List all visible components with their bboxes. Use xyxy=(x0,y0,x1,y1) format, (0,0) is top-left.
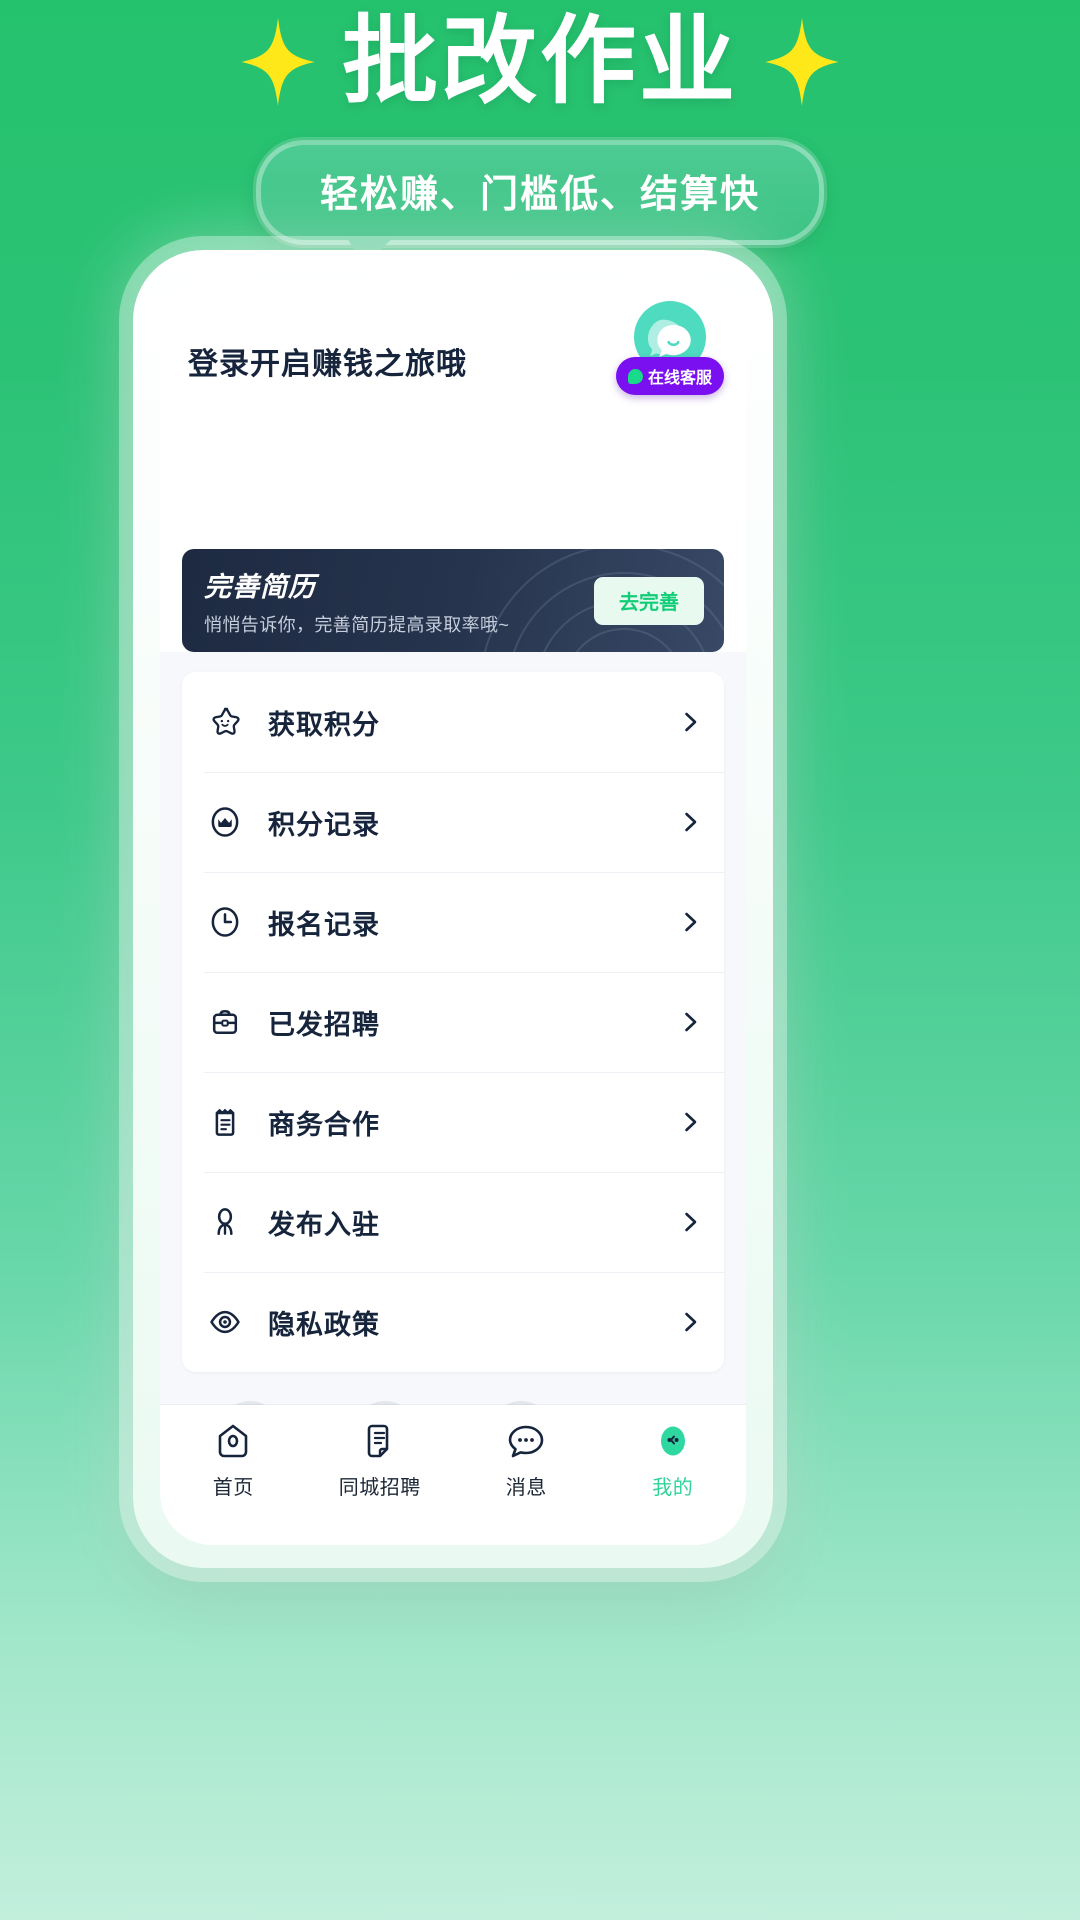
tab-label: 首页 xyxy=(212,1477,254,1499)
clipboard-icon xyxy=(204,1101,246,1143)
promo-poster: 批改作业 轻松赚、门槛低、结算快 登录开启赚钱之旅哦 在线客服 完善简历 悄悄告… xyxy=(0,0,1080,1920)
bottom-tab-bar: 首页 同城招聘 消息 我的 xyxy=(160,1405,746,1545)
poster-header: 批改作业 轻松赚、门槛低、结算快 xyxy=(0,0,1080,266)
complete-resume-button-label: 去完善 xyxy=(619,592,679,614)
complete-resume-button[interactable]: 去完善 xyxy=(594,576,704,625)
customer-service-widget[interactable]: 在线客服 xyxy=(616,301,724,421)
sparkle-icon-right xyxy=(764,14,840,110)
login-title[interactable]: 登录开启赚钱之旅哦 xyxy=(188,339,467,383)
home-tag-icon xyxy=(211,1419,255,1463)
resume-banner-texts: 完善简历 悄悄告诉你，完善简历提高录取率哦~ xyxy=(182,565,509,637)
chevron-right-icon xyxy=(678,910,702,934)
chevron-right-icon xyxy=(678,1010,702,1034)
menu-item-label: 隐私政策 xyxy=(268,1309,380,1340)
crown-circle-icon xyxy=(204,801,246,843)
menu-item-label: 获取积分 xyxy=(268,709,380,740)
resume-banner-subtitle: 悄悄告诉你，完善简历提高录取率哦~ xyxy=(204,614,510,635)
menu-item-label: 已发招聘 xyxy=(268,1009,380,1040)
briefcase-icon xyxy=(204,1001,246,1043)
menu-item-label: 发布入驻 xyxy=(268,1209,380,1240)
document-icon xyxy=(358,1419,402,1463)
resume-banner[interactable]: 完善简历 悄悄告诉你，完善简历提高录取率哦~ 去完善 xyxy=(182,549,724,652)
resume-banner-wrap: 完善简历 悄悄告诉你，完善简历提高录取率哦~ 去完善 xyxy=(160,549,746,652)
menu-item-publish-join[interactable]: 发布入驻 xyxy=(182,1172,724,1272)
menu-card: 获取积分 积分记录 报名记录 已发招聘 商务合作 发布入驻 隐私政策 xyxy=(182,672,724,1372)
star-icon xyxy=(204,701,246,743)
chevron-right-icon xyxy=(678,710,702,734)
online-status-dot xyxy=(627,368,643,384)
tab-home[interactable]: 首页 xyxy=(160,1419,307,1500)
menu-item-points-record[interactable]: 积分记录 xyxy=(182,772,724,872)
chevron-right-icon xyxy=(678,810,702,834)
tab-local-jobs[interactable]: 同城招聘 xyxy=(307,1419,454,1500)
message-icon xyxy=(504,1419,548,1463)
menu-item-label: 积分记录 xyxy=(268,809,380,840)
person-icon xyxy=(204,1201,246,1243)
profile-avatar-icon xyxy=(651,1419,695,1463)
tab-label: 消息 xyxy=(505,1477,547,1499)
chevron-right-icon xyxy=(678,1310,702,1334)
sparkle-icon-left xyxy=(240,14,316,110)
tab-profile[interactable]: 我的 xyxy=(600,1419,747,1500)
menu-item-posted-jobs[interactable]: 已发招聘 xyxy=(182,972,724,1072)
menu-item-application-record[interactable]: 报名记录 xyxy=(182,872,724,972)
chevron-right-icon xyxy=(678,1210,702,1234)
menu-item-label: 报名记录 xyxy=(268,909,380,940)
tab-label: 同城招聘 xyxy=(338,1477,421,1499)
menu-item-privacy-policy[interactable]: 隐私政策 xyxy=(182,1272,724,1372)
eye-icon xyxy=(204,1301,246,1343)
tab-label: 我的 xyxy=(652,1477,694,1499)
tab-messages[interactable]: 消息 xyxy=(453,1419,600,1500)
resume-banner-title: 完善简历 xyxy=(204,571,316,602)
menu-item-get-points[interactable]: 获取积分 xyxy=(182,672,724,772)
poster-title: 批改作业 xyxy=(342,8,738,115)
menu-item-business-cooperation[interactable]: 商务合作 xyxy=(182,1072,724,1172)
customer-service-button[interactable]: 在线客服 xyxy=(616,357,724,395)
screen-header: 登录开启赚钱之旅哦 在线客服 xyxy=(160,277,746,549)
poster-subtitle: 轻松赚、门槛低、结算快 xyxy=(319,174,760,216)
menu-item-label: 商务合作 xyxy=(268,1109,380,1140)
customer-service-label: 在线客服 xyxy=(647,370,712,387)
phone-screen: 登录开启赚钱之旅哦 在线客服 完善简历 悄悄告诉你，完善简历提高录取率哦~ 去完… xyxy=(160,277,746,1545)
poster-subtitle-pill: 轻松赚、门槛低、结算快 xyxy=(256,140,824,266)
clock-icon xyxy=(204,901,246,943)
poster-title-row: 批改作业 xyxy=(240,8,840,116)
chevron-right-icon xyxy=(678,1110,702,1134)
